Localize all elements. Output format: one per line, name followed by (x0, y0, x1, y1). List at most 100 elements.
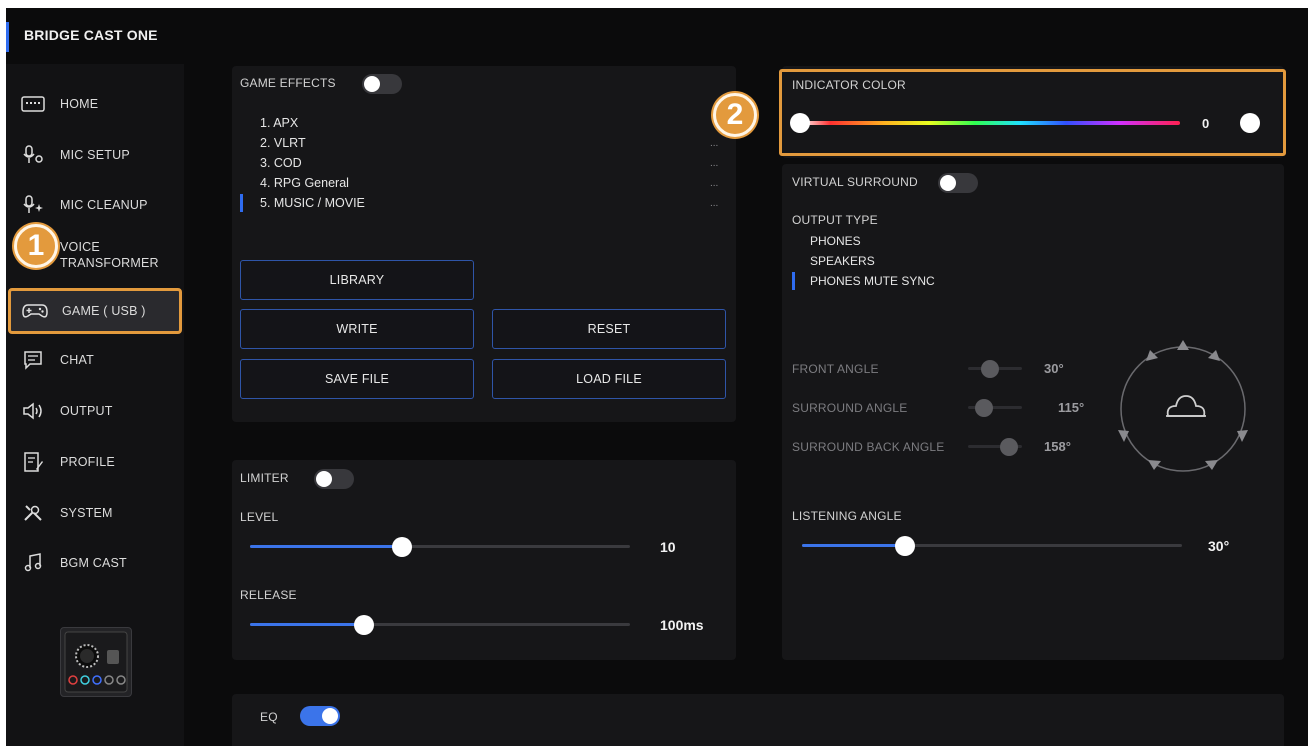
indicator-color-highlight (779, 69, 1286, 156)
slider-thumb[interactable] (975, 399, 994, 417)
sidebar-item-label: VOICE TRANSFORMER (60, 239, 159, 271)
output-type-speakers[interactable]: SPEAKERS (810, 254, 875, 268)
output-type-label: OUTPUT TYPE (792, 213, 878, 227)
gamepad-icon (22, 300, 48, 322)
preset-selected-marker (240, 194, 243, 212)
preset-more-button[interactable]: ... (710, 138, 718, 149)
tools-icon (20, 502, 46, 524)
callout-badge-1: 1 (14, 224, 58, 268)
sidebar-item-label: OUTPUT (60, 404, 113, 418)
sidebar-item-label: CHAT (60, 353, 94, 367)
front-angle-slider[interactable] (968, 359, 1022, 379)
release-slider[interactable] (250, 615, 630, 635)
slider-thumb[interactable] (894, 536, 915, 556)
game-effects-toggle[interactable] (362, 74, 402, 94)
write-button[interactable]: WRITE (240, 309, 474, 349)
load-file-button[interactable]: LOAD FILE (492, 359, 726, 399)
surround-diagram (1118, 340, 1248, 472)
output-type-phones-mute-sync[interactable]: PHONES MUTE SYNC (810, 274, 935, 288)
save-file-button[interactable]: SAVE FILE (240, 359, 474, 399)
reset-button[interactable]: RESET (492, 309, 726, 349)
profile-icon (20, 451, 46, 473)
slider-fill (250, 623, 364, 626)
preset-item[interactable]: 1. APX (260, 116, 298, 130)
preset-item-selected[interactable]: 5. MUSIC / MOVIE (260, 196, 365, 210)
surround-angle-value: 115° (1058, 400, 1085, 415)
front-angle-value: 30° (1044, 361, 1064, 376)
sidebar-item-label: MIC SETUP (60, 148, 130, 162)
slider-thumb[interactable] (392, 537, 412, 557)
listening-angle-value: 30° (1208, 538, 1230, 554)
library-button[interactable]: LIBRARY (240, 260, 474, 300)
sidebar-item-label: SYSTEM (60, 506, 113, 520)
sidebar-item-label-line1: VOICE (60, 240, 100, 254)
virtual-surround-label: VIRTUAL SURROUND (792, 175, 918, 189)
callout-badge-2: 2 (713, 93, 757, 137)
eq-toggle[interactable] (300, 706, 340, 726)
release-value: 100ms (660, 617, 704, 633)
toggle-knob (316, 471, 332, 487)
title-bar: BRIDGE CAST ONE (6, 8, 1308, 64)
speaker-marker (1205, 460, 1218, 470)
sidebar-item-profile[interactable]: PROFILE (6, 442, 184, 482)
speaker-icon (20, 400, 46, 422)
music-note-icon (20, 552, 46, 574)
preset-item[interactable]: 4. RPG General (260, 176, 349, 190)
toggle-knob (322, 708, 338, 724)
preset-item[interactable]: 2. VLRT (260, 136, 306, 150)
keyboard-icon (20, 93, 46, 115)
level-value: 10 (660, 539, 676, 555)
virtual-surround-toggle[interactable] (938, 173, 978, 193)
slider-thumb[interactable] (980, 360, 999, 378)
sidebar-item-label: PROFILE (60, 455, 115, 469)
output-type-phones[interactable]: PHONES (810, 234, 861, 248)
surround-angle-slider[interactable] (968, 398, 1022, 418)
sidebar-item-mic-setup[interactable]: MIC SETUP (6, 135, 184, 175)
limiter-toggle[interactable] (314, 469, 354, 489)
toggle-knob (940, 175, 956, 191)
listener-head-icon (1166, 395, 1206, 417)
sidebar-item-label: HOME (60, 97, 99, 111)
sidebar-item-output[interactable]: OUTPUT (6, 391, 184, 431)
slider-thumb[interactable] (354, 615, 374, 635)
preset-more-button[interactable]: ... (710, 198, 718, 209)
speaker-marker (1177, 340, 1189, 350)
sidebar-item-bgm-cast[interactable]: BGM CAST (6, 543, 184, 583)
preset-more-button[interactable]: ... (710, 158, 718, 169)
speaker-marker (1208, 350, 1220, 361)
slider-fill (802, 544, 905, 547)
sidebar-item-chat[interactable]: CHAT (6, 340, 184, 380)
sidebar-item-system[interactable]: SYSTEM (6, 493, 184, 533)
slider-thumb[interactable] (999, 438, 1018, 456)
sidebar-item-home[interactable]: HOME (6, 84, 184, 124)
sidebar-item-label: GAME ( USB ) (62, 304, 146, 318)
eq-panel: EQ (232, 694, 1284, 746)
listening-angle-slider[interactable] (802, 536, 1182, 556)
speaker-marker (1148, 460, 1161, 470)
virtual-surround-panel: VIRTUAL SURROUND OUTPUT TYPE PHONES SPEA… (782, 164, 1284, 660)
game-effects-label: GAME EFFECTS (240, 76, 336, 90)
sidebar-item-label: MIC CLEANUP (60, 198, 148, 212)
limiter-panel: LIMITER LEVEL 10 RELEASE 100ms (232, 460, 736, 660)
sidebar: HOME MIC SETUP MIC CLEANUP VOICE TRANSFO… (6, 64, 184, 746)
level-label: LEVEL (240, 510, 279, 524)
preset-more-button[interactable]: ... (710, 178, 718, 189)
limiter-label: LIMITER (240, 471, 289, 485)
listening-angle-label: LISTENING ANGLE (792, 509, 902, 523)
sidebar-item-label-line2: TRANSFORMER (60, 256, 159, 270)
level-slider[interactable] (250, 537, 630, 557)
front-angle-label: FRONT ANGLE (792, 362, 879, 376)
speaker-marker (1146, 350, 1158, 361)
output-type-selected-marker (792, 272, 795, 290)
app-window: BRIDGE CAST ONE HOME MIC SETUP MIC CLEAN… (6, 8, 1308, 746)
device-image (60, 627, 132, 697)
release-label: RELEASE (240, 588, 297, 602)
sidebar-item-mic-cleanup[interactable]: MIC CLEANUP (6, 185, 184, 225)
preset-item[interactable]: 3. COD (260, 156, 302, 170)
sidebar-item-game-usb[interactable]: GAME ( USB ) (8, 288, 182, 334)
title-accent-bar (6, 22, 9, 52)
game-effects-panel: GAME EFFECTS 1. APX 2. VLRT ... 3. COD .… (232, 66, 736, 422)
surround-angle-label: SURROUND ANGLE (792, 401, 908, 415)
surround-back-angle-slider[interactable] (968, 437, 1022, 457)
surround-back-angle-label: SURROUND BACK ANGLE (792, 440, 945, 454)
